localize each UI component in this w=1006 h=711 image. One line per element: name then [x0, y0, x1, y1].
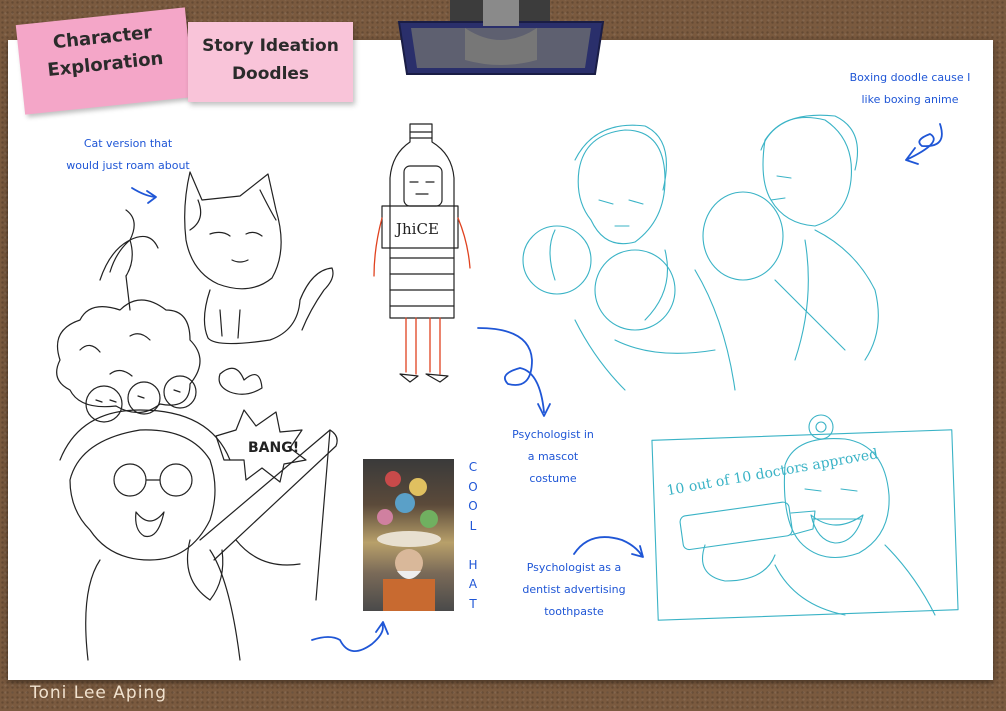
hat-photo-icon — [377, 471, 441, 611]
boxing-arrow-icon — [905, 123, 943, 165]
juice-mascot-sketch: JhiCE — [373, 123, 471, 383]
boxing-sketch — [522, 114, 879, 391]
plant-sketch — [56, 209, 201, 414]
author-signature: Toni Lee Aping — [30, 683, 168, 703]
character-sketches: BANG! — [56, 171, 338, 661]
cool-hat-photo — [363, 459, 454, 611]
bang-sketch: BANG! — [215, 409, 307, 483]
boxer-left — [522, 124, 736, 391]
dentist-arrow-icon — [573, 536, 644, 558]
juice-label-text: JhiCE — [394, 220, 439, 238]
toothpaste-caption: 10 out of 10 doctors approved — [666, 446, 880, 499]
bang-text: BANG! — [248, 440, 299, 456]
boxer-right — [702, 114, 879, 361]
dentist-sketch: 10 out of 10 doctors approved — [651, 414, 959, 621]
cat-sketch — [184, 171, 334, 345]
